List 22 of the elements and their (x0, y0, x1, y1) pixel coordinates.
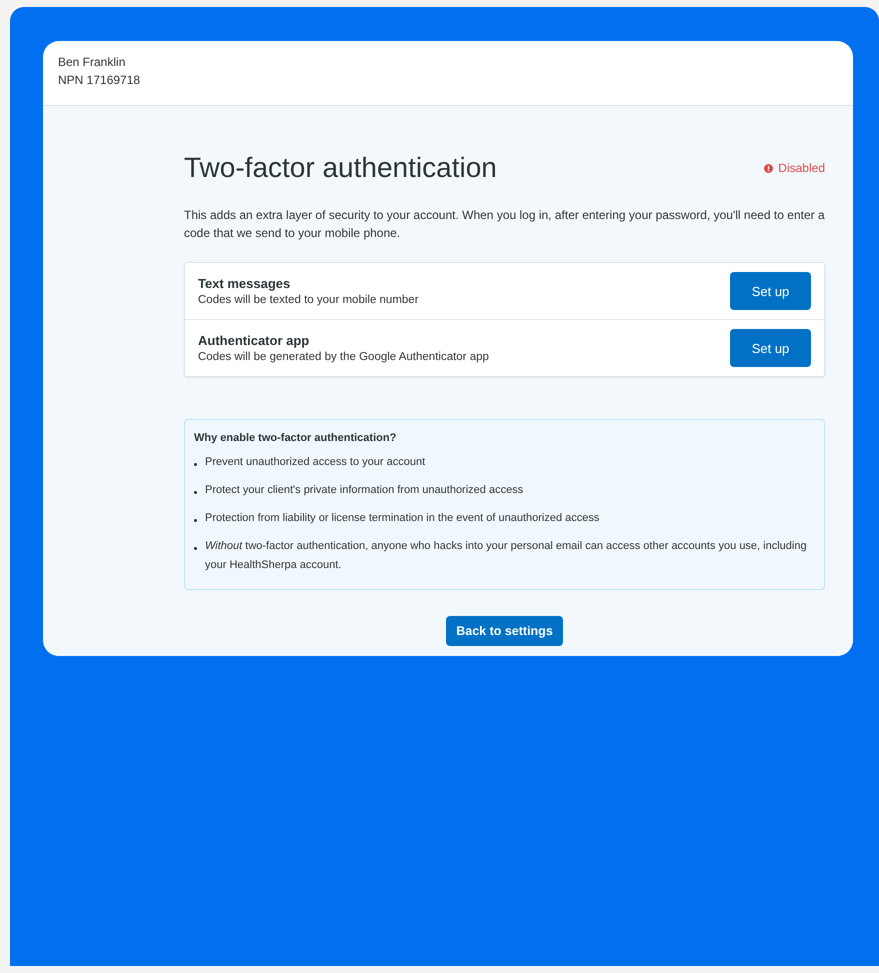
info-item: Without two-factor authentication, anyone who hacks into your personal email can access other accounts you use, including your HealthSherpa account. (205, 539, 808, 573)
setup-button[interactable]: Set up (730, 272, 811, 310)
status-label: Disabled (778, 161, 825, 175)
setup-button[interactable]: Set up (730, 329, 811, 367)
info-item: Protection from liability or license termination in the event of unauthorized access (205, 511, 600, 526)
page-title: Two-factor authentication (184, 152, 497, 184)
intro-text: This adds an extra layer of security to your account. When you log in, after entering your password, you'll need to enter a code that we send to your mobile phone. (184, 207, 825, 242)
alert-icon (764, 164, 774, 172)
bullet-dot (194, 491, 197, 494)
info-item: Protect your client's private information from unauthorized access (205, 483, 524, 498)
back-button[interactable]: Back to settings (446, 616, 563, 646)
user-name: Ben Franklin (58, 55, 126, 69)
bullet-dot (194, 547, 197, 550)
method-title: Text messages (198, 276, 292, 291)
bullet-dot (194, 519, 197, 522)
info-heading: Why enable two-factor authentication? (194, 432, 398, 444)
npn-number: NPN 17169718 (58, 73, 142, 87)
method-description: Codes will be texted to your mobile number (198, 294, 419, 306)
info-item: Prevent unauthorized access to your account (205, 455, 426, 470)
method-title: Authenticator app (198, 333, 310, 348)
bullet-dot (194, 463, 197, 466)
method-description: Codes will be generated by the Google Authenticator app (198, 351, 489, 363)
